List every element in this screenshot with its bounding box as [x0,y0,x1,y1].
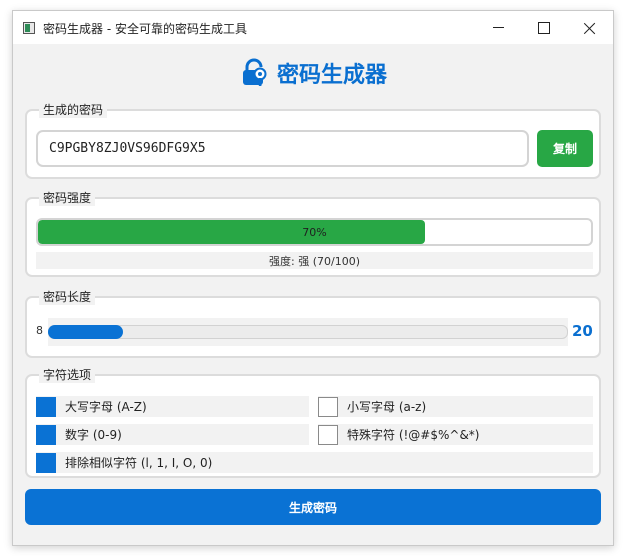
password-group-label: 生成的密码 [39,101,108,118]
password-group: 生成的密码 C9PGBY8ZJ0VS96DFG9X5 复制 [25,101,601,179]
option-uppercase[interactable]: 大写字母 (A-Z) [36,396,309,417]
page-title: 密码生成器 [276,63,387,88]
key-lock-icon [242,58,267,86]
length-value: 20 [572,322,593,340]
option-uppercase-label: 大写字母 (A-Z) [65,400,147,414]
strength-progress-bar: 70% [36,218,593,246]
window-title: 密码生成器 - 安全可靠的密码生成工具 [43,22,247,36]
length-group-label: 密码长度 [39,288,96,305]
strength-progress-text: 70% [302,225,327,239]
special-checkbox[interactable] [318,424,338,445]
copy-button[interactable]: 复制 [537,130,593,167]
strength-group-label: 密码强度 [39,189,96,206]
minimize-icon [492,27,504,28]
lowercase-checkbox[interactable] [318,396,338,417]
title-bar[interactable]: 密码生成器 - 安全可靠的密码生成工具 [13,11,613,44]
app-header: 密码生成器 [13,55,613,91]
minimize-button[interactable] [475,11,521,44]
option-exclude-similar[interactable]: 排除相似字符 (l, 1, I, O, 0) [36,452,593,473]
uppercase-checkbox[interactable] [36,396,56,417]
options-group: 字符选项 大写字母 (A-Z) 小写字母 (a-z) 数字 (0-9) 特殊字符… [25,366,601,478]
close-button[interactable] [567,11,613,44]
option-lowercase-label: 小写字母 (a-z) [347,400,427,414]
digits-checkbox[interactable] [36,424,56,445]
close-icon [584,22,596,34]
length-slider-track[interactable] [48,325,568,339]
maximize-button[interactable] [521,11,567,44]
option-special[interactable]: 特殊字符 (!@#$%^&*) [318,424,593,445]
option-digits-label: 数字 (0-9) [65,428,122,442]
length-min-label: 8 [36,324,43,337]
app-icon [23,22,35,34]
strength-description: 强度: 强 (70/100) [36,252,593,269]
option-special-label: 特殊字符 (!@#$%^&*) [347,428,480,442]
password-output-field[interactable]: C9PGBY8ZJ0VS96DFG9X5 [36,130,529,167]
app-window: 密码生成器 - 安全可靠的密码生成工具 密码生成器 生成的密码 C9PGBY8Z… [12,10,614,546]
options-group-label: 字符选项 [39,366,96,383]
exclude-similar-checkbox[interactable] [36,452,56,473]
option-exclude-similar-label: 排除相似字符 (l, 1, I, O, 0) [65,456,213,470]
option-lowercase[interactable]: 小写字母 (a-z) [318,396,593,417]
generate-button[interactable]: 生成密码 [25,489,601,525]
option-digits[interactable]: 数字 (0-9) [36,424,309,445]
length-slider-handle[interactable] [48,325,123,339]
maximize-icon [538,21,550,34]
strength-group: 密码强度 70% 强度: 强 (70/100) [25,189,601,277]
length-group: 密码长度 8 20 [25,288,601,358]
